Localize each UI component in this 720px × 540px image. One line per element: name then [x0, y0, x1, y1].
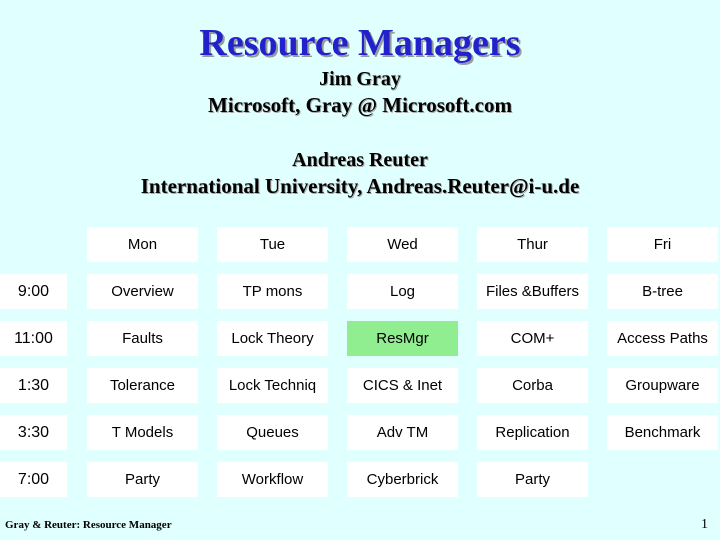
row-header-time: 9:00 — [0, 274, 67, 309]
author-affiliation-primary: Microsoft, Gray @ Microsoft.com — [208, 93, 512, 117]
session-cell[interactable]: Adv TM — [347, 415, 458, 450]
session-cell[interactable]: Files &Buffers — [477, 274, 588, 309]
row-header-time: 1:30 — [0, 368, 67, 403]
author-name-primary: Jim Gray — [319, 68, 401, 90]
session-cell-empty — [607, 462, 718, 497]
session-cell[interactable]: T Models — [87, 415, 198, 450]
session-cell[interactable]: Cyberbrick — [347, 462, 458, 497]
row-header-time: 7:00 — [0, 462, 67, 497]
footer-label: Gray & Reuter: Resource Manager — [5, 519, 172, 531]
page-number: 1 — [701, 517, 708, 532]
title-block: Resource Managers Jim Gray Microsoft, Gr… — [0, 22, 720, 200]
table-corner-cell — [0, 227, 67, 262]
session-cell[interactable]: Replication — [477, 415, 588, 450]
author-affiliation-secondary: International University, Andreas.Reuter… — [140, 174, 580, 198]
session-cell[interactable]: Corba — [477, 368, 588, 403]
table-header-row: Mon Tue Wed Thur Fri — [0, 226, 720, 273]
author-name-secondary: Andreas Reuter — [292, 149, 428, 171]
row-header-time: 11:00 — [0, 321, 67, 356]
session-cell[interactable]: CICS & Inet — [347, 368, 458, 403]
session-cell[interactable]: Faults — [87, 321, 198, 356]
schedule-table: Mon Tue Wed Thur Fri 9:00 Overview TP mo… — [0, 226, 720, 508]
session-cell[interactable]: Tolerance — [87, 368, 198, 403]
session-cell[interactable]: B-tree — [607, 274, 718, 309]
session-cell[interactable]: Party — [477, 462, 588, 497]
session-cell[interactable]: Benchmark — [607, 415, 718, 450]
row-header-time: 3:30 — [0, 415, 67, 450]
table-row: 7:00 Party Workflow Cyberbrick Party — [0, 461, 720, 508]
session-cell[interactable]: Queues — [217, 415, 328, 450]
presentation-slide: Resource Managers Jim Gray Microsoft, Gr… — [0, 0, 720, 540]
table-row: 9:00 Overview TP mons Log Files &Buffers… — [0, 273, 720, 320]
column-header-fri: Fri — [607, 227, 718, 262]
table-row: 3:30 T Models Queues Adv TM Replication … — [0, 414, 720, 461]
session-cell[interactable]: Lock Theory — [217, 321, 328, 356]
session-cell[interactable]: COM+ — [477, 321, 588, 356]
session-cell[interactable]: Party — [87, 462, 198, 497]
session-cell[interactable]: Groupware — [607, 368, 718, 403]
session-cell[interactable]: TP mons — [217, 274, 328, 309]
session-cell[interactable]: Log — [347, 274, 458, 309]
session-cell[interactable]: Overview — [87, 274, 198, 309]
column-header-wed: Wed — [347, 227, 458, 262]
session-cell[interactable]: Lock Techniq — [217, 368, 328, 403]
column-header-mon: Mon — [87, 227, 198, 262]
session-cell[interactable]: Access Paths — [607, 321, 718, 356]
session-cell[interactable]: Workflow — [217, 462, 328, 497]
column-header-thur: Thur — [477, 227, 588, 262]
column-header-tue: Tue — [217, 227, 328, 262]
page-title: Resource Managers — [199, 22, 521, 64]
table-row: 1:30 Tolerance Lock Techniq CICS & Inet … — [0, 367, 720, 414]
table-row: 11:00 Faults Lock Theory ResMgr COM+ Acc… — [0, 320, 720, 367]
session-cell-highlighted[interactable]: ResMgr — [347, 321, 458, 356]
